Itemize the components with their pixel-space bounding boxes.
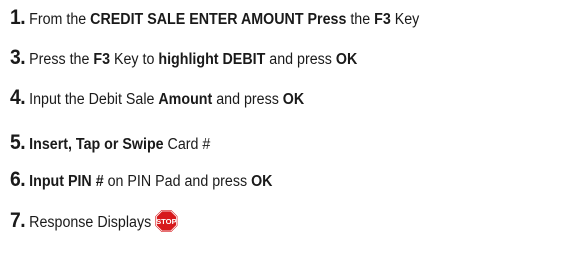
step-text: F3 — [93, 51, 111, 68]
stop-sign-text: STOP — [156, 217, 177, 226]
step-7: 7. Response Displays STOP — [10, 209, 178, 233]
step-text: Response Displays — [25, 214, 152, 231]
step-number: 3. — [10, 46, 26, 69]
step-4: 4. Input the Debit Sale Amount and press… — [10, 86, 305, 110]
step-5: 5. Insert, Tap or Swipe Card # — [10, 131, 211, 155]
step-text: OK — [335, 51, 358, 68]
step-text: Card # — [163, 136, 211, 153]
step-text: F3 — [374, 11, 391, 28]
step-text: Insert, Tap or Swipe — [25, 136, 164, 153]
step-number: 5. — [10, 131, 26, 154]
step-text: Amount — [158, 91, 213, 108]
step-number: 1. — [10, 6, 26, 29]
step-text: Key to — [110, 51, 159, 68]
step-number: 4. — [10, 86, 26, 109]
step-text: the — [346, 11, 375, 28]
step-text: Press the — [25, 51, 94, 68]
step-1: 1. From the CREDIT SALE ENTER AMOUNT Pre… — [10, 6, 420, 30]
step-text: OK — [282, 91, 305, 108]
step-text: and press — [212, 91, 283, 108]
stop-sign-icon: STOP — [153, 209, 178, 233]
step-text: on PIN Pad and press — [103, 173, 252, 190]
step-text: highlight DEBIT — [158, 51, 266, 68]
step-number: 6. — [10, 168, 26, 191]
step-text: OK — [251, 173, 273, 190]
step-text: Input PIN # — [25, 173, 104, 190]
step-text: and press — [265, 51, 336, 68]
step-text: Input the Debit Sale — [25, 91, 159, 108]
step-text: Key — [390, 11, 420, 28]
step-text: CREDIT SALE ENTER AMOUNT Press — [90, 11, 347, 28]
step-3: 3. Press the F3 Key to highlight DEBIT a… — [10, 46, 358, 70]
step-text: From the — [25, 11, 91, 28]
step-6: 6. Input PIN # on PIN Pad and press OK — [10, 168, 273, 192]
instruction-steps: 1. From the CREDIT SALE ENTER AMOUNT Pre… — [0, 0, 579, 254]
step-number: 7. — [10, 209, 26, 232]
